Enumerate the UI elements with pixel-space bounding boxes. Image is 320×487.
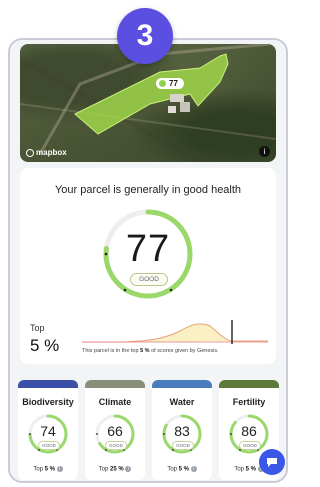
parcel-score-label: 77 (169, 79, 178, 88)
metric-top-rank: Top 5 % i (18, 466, 78, 473)
metric-banner (85, 380, 145, 388)
health-card: Your parcel is generally in good health … (20, 168, 276, 364)
chat-icon (267, 458, 277, 467)
mapbox-logo-icon (26, 148, 34, 157)
metric-name: Fertility (232, 397, 266, 407)
metrics-row: Biodiversity 74 GOOD Top 5 % i Climate 66 GOOD… (18, 380, 280, 481)
info-icon[interactable]: i (56, 466, 63, 472)
info-icon[interactable]: i (190, 466, 197, 472)
top-percent: 5 % (30, 336, 60, 355)
info-icon[interactable]: i (125, 466, 132, 472)
metric-banner (152, 380, 212, 388)
health-title: Your parcel is generally in good health (54, 184, 242, 196)
percentile-note: This parcel is in the top 5 % of scores … (82, 348, 219, 354)
metric-status-badge: GOOD (172, 441, 194, 450)
top-label: Top (30, 323, 45, 333)
health-status-badge: GOOD (130, 273, 168, 286)
step-badge: 3 (117, 8, 173, 64)
distribution-curve (82, 323, 268, 343)
chat-button[interactable] (259, 449, 285, 475)
metric-banner (18, 380, 78, 388)
mapbox-label: mapbox (36, 148, 67, 157)
metric-value: 83 (174, 423, 190, 439)
metric-top-rank: Top 5 % i (152, 466, 212, 473)
metric-status-badge: GOOD (239, 441, 261, 450)
parcel-score-pin[interactable]: 77 (156, 78, 184, 89)
metric-banner (219, 380, 279, 388)
metric-status-badge: GOOD (38, 441, 60, 450)
metric-name: Biodiversity (22, 397, 74, 407)
mapbox-attribution[interactable]: mapbox (26, 148, 67, 157)
metric-status-badge: GOOD (105, 441, 127, 450)
metric-name: Climate (98, 397, 132, 407)
status-dot-icon (159, 80, 166, 87)
metric-name: Water (169, 397, 195, 407)
metric-value: 86 (241, 423, 257, 439)
metric-top-rank: Top 25 % i (85, 466, 145, 473)
metric-value: 74 (40, 423, 56, 439)
gauge-tick (169, 288, 173, 292)
metric-value: 66 (107, 423, 123, 439)
gauge-tick (123, 288, 127, 292)
metric-card-0[interactable]: Biodiversity 74 GOOD Top 5 % i (18, 380, 78, 480)
health-score: 77 (125, 228, 171, 270)
map-info-icon[interactable]: i (259, 146, 270, 157)
metric-card-1[interactable]: Climate 66 GOOD Top 25 % i (85, 380, 145, 480)
score-distribution (82, 320, 268, 344)
phone-frame: 77 mapbox i Your parcel is generally in … (8, 38, 288, 483)
metric-card-2[interactable]: Water 83 GOOD Top 5 % i (152, 380, 212, 480)
